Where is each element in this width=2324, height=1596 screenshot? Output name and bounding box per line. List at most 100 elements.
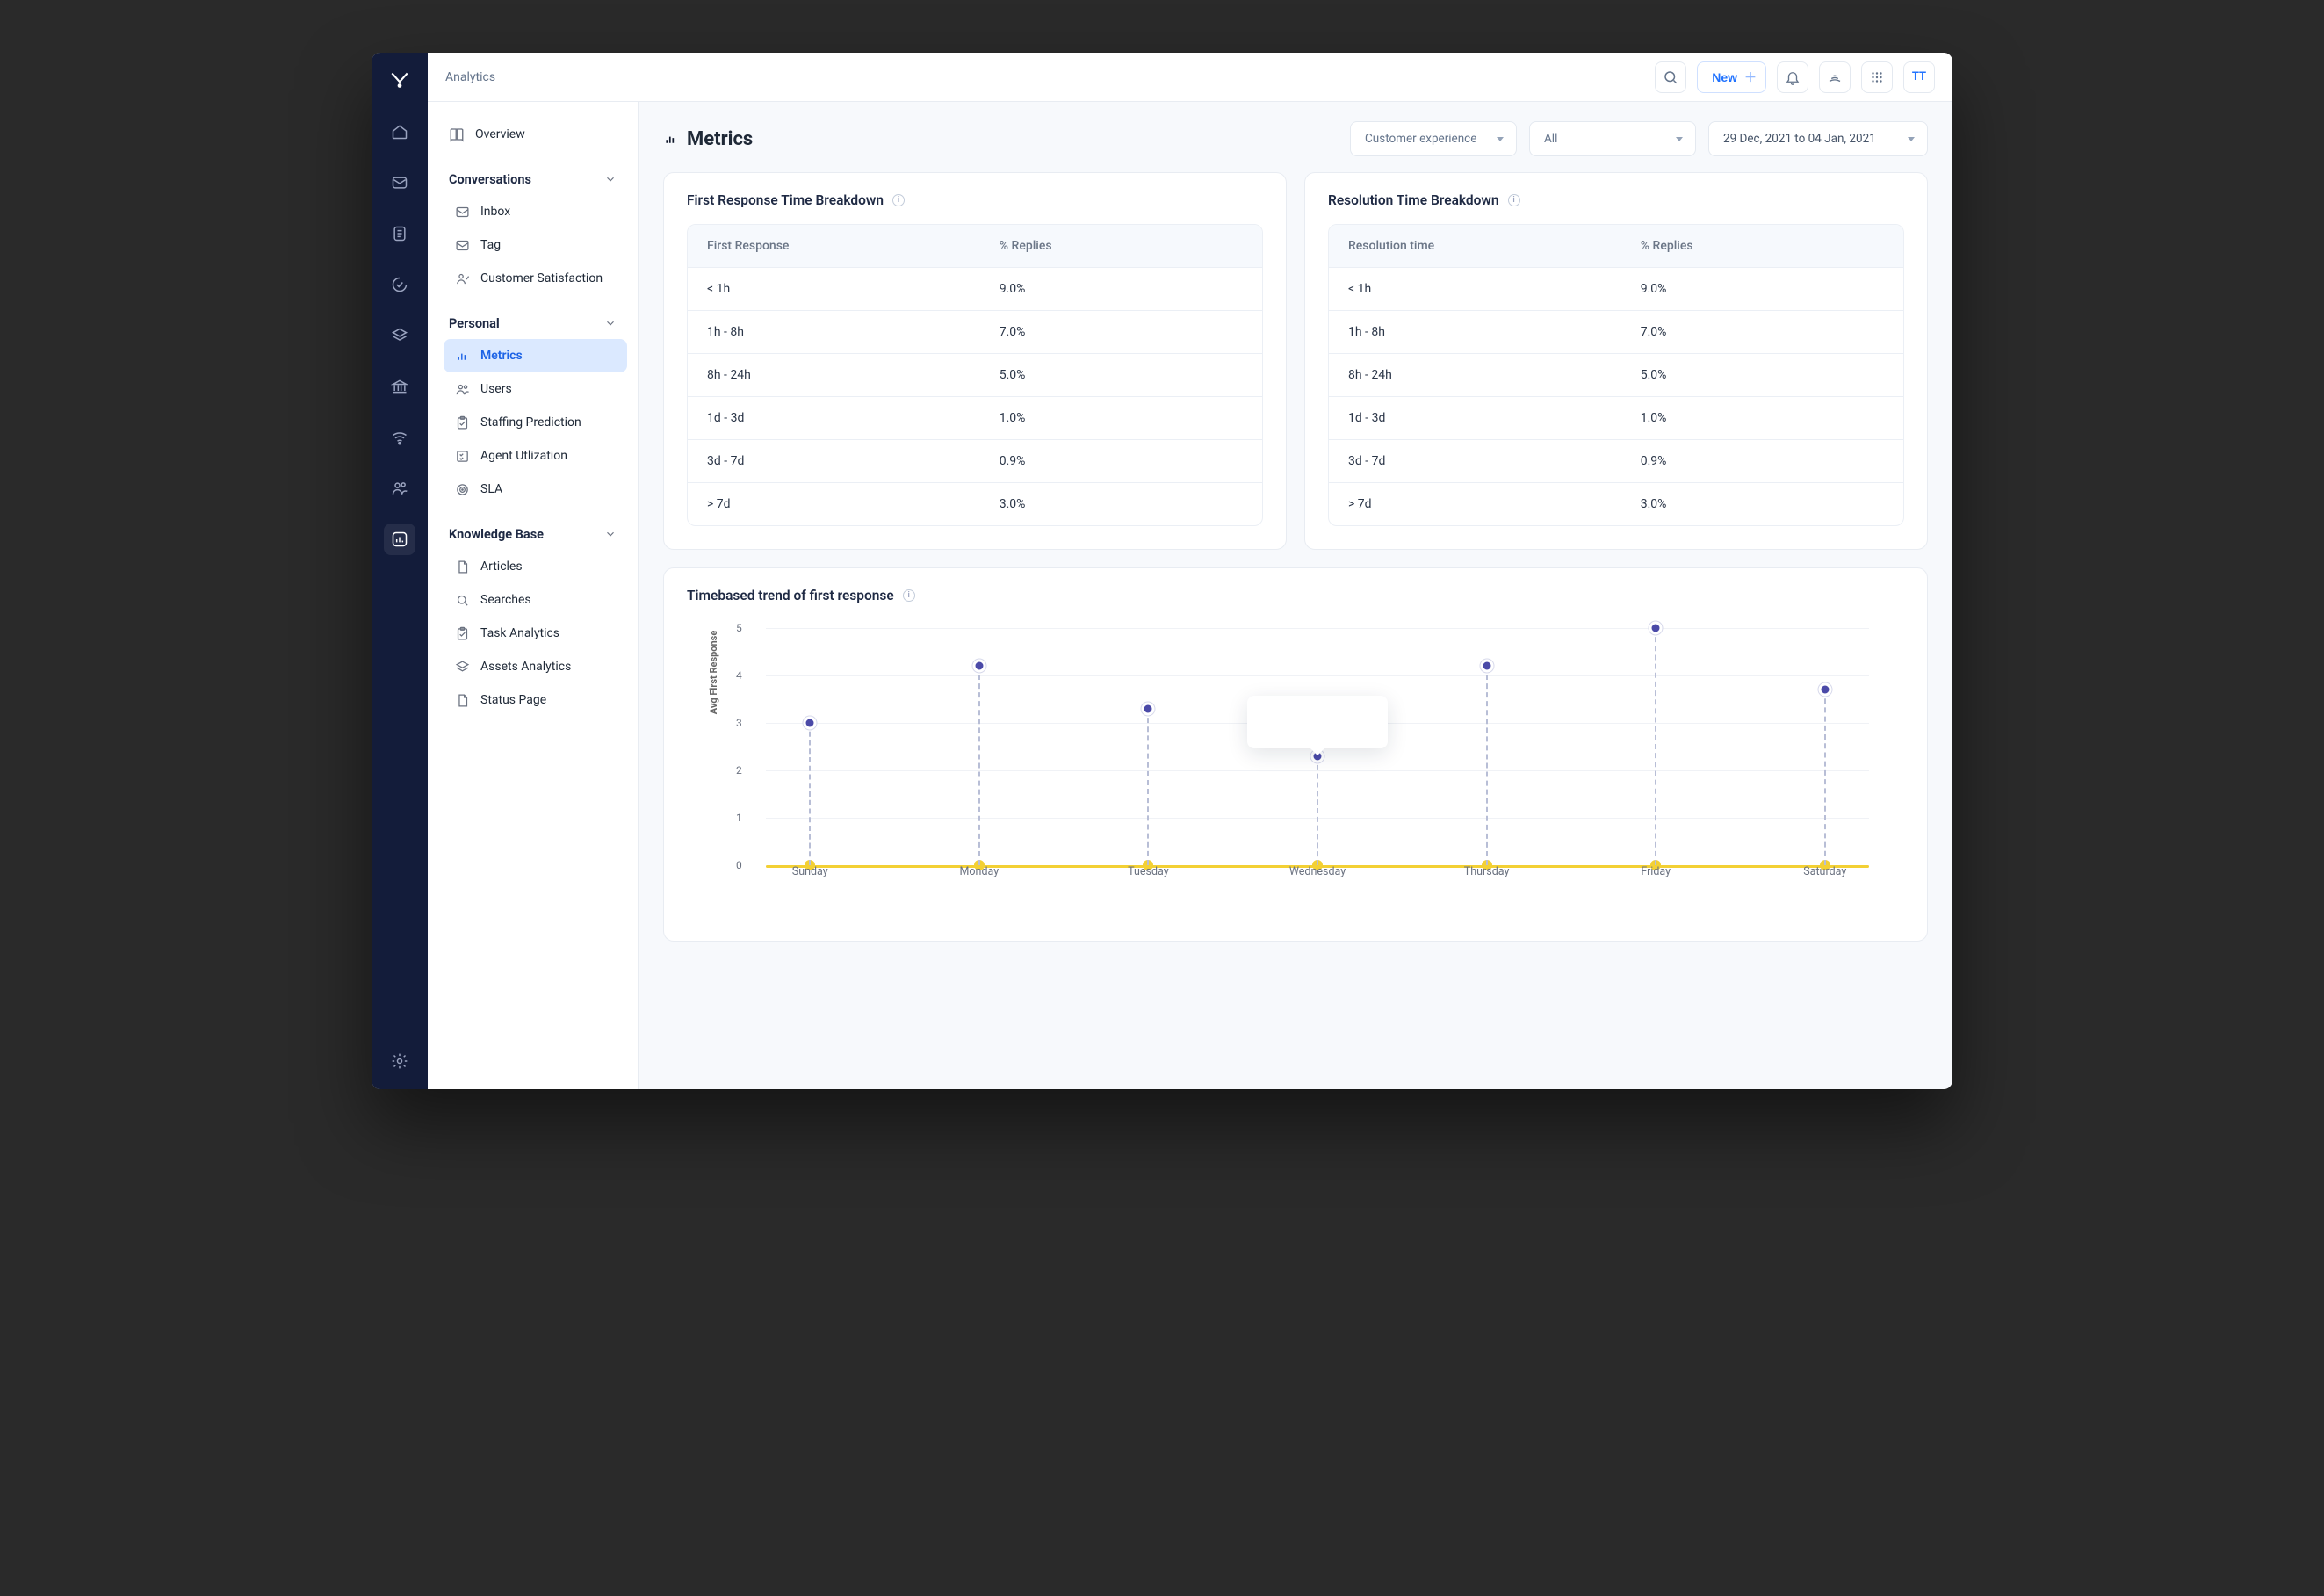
topbar: Analytics New＋ TT xyxy=(428,53,1952,102)
group-header-personal[interactable]: Personal xyxy=(438,307,627,339)
new-button[interactable]: New＋ xyxy=(1697,61,1766,93)
y-tick-label: 1 xyxy=(736,812,742,824)
chart-point[interactable] xyxy=(1142,702,1155,715)
nav-rail-bottom xyxy=(384,1045,415,1077)
search-button[interactable] xyxy=(1655,61,1686,93)
sidebar-users[interactable]: Users xyxy=(444,372,627,406)
filter-category-select[interactable]: Customer experience xyxy=(1350,121,1517,156)
checklist-icon xyxy=(454,448,470,464)
chart-point[interactable] xyxy=(1649,622,1663,635)
group-header-conversations[interactable]: Conversations xyxy=(438,163,627,195)
sidebar-group-knowledge-base: Knowledge Base Articles Searches Task An… xyxy=(438,518,627,717)
cell-percent: 3.0% xyxy=(1000,497,1243,511)
chart-gridline xyxy=(766,675,1869,676)
sidebar: Overview Conversations Inbox Tag Custome… xyxy=(428,102,639,1089)
x-tick-label: Saturday xyxy=(1803,865,1846,878)
sidebar-assets-analytics[interactable]: Assets Analytics xyxy=(444,650,627,683)
person-check-icon xyxy=(454,271,470,286)
nav-bank-icon[interactable] xyxy=(384,371,415,402)
first-response-table: First Response% Replies < 1h9.0%1h - 8h7… xyxy=(687,224,1263,526)
nav-wifi-icon[interactable] xyxy=(384,422,415,453)
page-header: Metrics Customer experience All 29 Dec, … xyxy=(663,121,1928,156)
cell-percent: 1.0% xyxy=(1641,411,1884,425)
breakdown-cards-row: First Response Time Breakdowni First Res… xyxy=(663,172,1928,550)
chart-bar-icon xyxy=(454,348,470,364)
content-columns: Analytics New＋ TT Overview Conversations… xyxy=(428,53,1952,1089)
chart-point[interactable] xyxy=(804,717,817,730)
cell-percent: 5.0% xyxy=(1641,368,1884,382)
chart-bar-icon xyxy=(663,132,678,147)
select-value: All xyxy=(1544,132,1557,146)
new-button-label: New xyxy=(1712,70,1737,84)
label: Users xyxy=(480,382,512,396)
x-tick-label: Tuesday xyxy=(1128,865,1169,878)
chart-stem xyxy=(1824,690,1826,865)
label: Customer Satisfaction xyxy=(480,271,603,285)
filter-scope-select[interactable]: All xyxy=(1529,121,1696,156)
label: Searches xyxy=(480,593,531,607)
sidebar-articles[interactable]: Articles xyxy=(444,550,627,583)
below-row: Overview Conversations Inbox Tag Custome… xyxy=(428,102,1952,1089)
sidebar-task-analytics[interactable]: Task Analytics xyxy=(444,617,627,650)
sidebar-csat[interactable]: Customer Satisfaction xyxy=(444,262,627,295)
sidebar-tag[interactable]: Tag xyxy=(444,228,627,262)
cell-percent: 9.0% xyxy=(1641,282,1884,296)
nav-doc-icon[interactable] xyxy=(384,218,415,249)
notifications-button[interactable] xyxy=(1777,61,1808,93)
sidebar-overview-label: Overview xyxy=(475,127,525,141)
cell-percent: 9.0% xyxy=(1000,282,1243,296)
cell-range: 3d - 7d xyxy=(1348,454,1641,468)
label: Staffing Prediction xyxy=(480,415,581,430)
sidebar-sla[interactable]: SLA xyxy=(444,473,627,506)
sidebar-overview[interactable]: Overview xyxy=(438,118,627,151)
y-axis-label: Avg First Response xyxy=(708,631,719,715)
cell-percent: 5.0% xyxy=(1000,368,1243,382)
table-row: 8h - 24h5.0% xyxy=(688,353,1262,396)
group-header-kb[interactable]: Knowledge Base xyxy=(438,518,627,550)
title-text: First Response Time Breakdown xyxy=(687,192,884,208)
table-header-row: Resolution time% Replies xyxy=(1329,225,1903,267)
sidebar-agent-utilization[interactable]: Agent Utlization xyxy=(444,439,627,473)
x-tick: Tuesday xyxy=(1128,865,1169,911)
table-row: 1h - 8h7.0% xyxy=(688,310,1262,353)
resolution-table: Resolution time% Replies < 1h9.0%1h - 8h… xyxy=(1328,224,1904,526)
y-tick-label: 3 xyxy=(736,717,742,729)
sidebar-searches[interactable]: Searches xyxy=(444,583,627,617)
filter-date-range-select[interactable]: 29 Dec, 2021 to 04 Jan, 2021 xyxy=(1708,121,1928,156)
nav-settings-icon[interactable] xyxy=(384,1045,415,1077)
apps-button[interactable] xyxy=(1861,61,1893,93)
avatar[interactable]: TT xyxy=(1903,61,1935,93)
resolution-card: Resolution Time Breakdowni Resolution ti… xyxy=(1304,172,1928,550)
group-title: Knowledge Base xyxy=(449,527,544,542)
nav-layers-icon[interactable] xyxy=(384,320,415,351)
nav-home-icon[interactable] xyxy=(384,116,415,148)
sidebar-status-page[interactable]: Status Page xyxy=(444,683,627,717)
chart-point[interactable] xyxy=(1480,660,1493,673)
label: Assets Analytics xyxy=(480,660,571,674)
chart-point[interactable] xyxy=(1818,683,1831,697)
chart-point[interactable] xyxy=(972,660,985,673)
sidebar-inbox[interactable]: Inbox xyxy=(444,195,627,228)
cell-range: 1h - 8h xyxy=(707,325,1000,339)
table-row: < 1h9.0% xyxy=(688,267,1262,310)
broadcast-button[interactable] xyxy=(1819,61,1851,93)
nav-check-icon[interactable] xyxy=(384,269,415,300)
nav-people-icon[interactable] xyxy=(384,473,415,504)
info-icon[interactable]: i xyxy=(903,589,915,602)
cell-percent: 3.0% xyxy=(1641,497,1884,511)
info-icon[interactable]: i xyxy=(892,194,905,206)
sidebar-metrics[interactable]: Metrics xyxy=(444,339,627,372)
nav-inbox-icon[interactable] xyxy=(384,167,415,199)
sidebar-staffing-prediction[interactable]: Staffing Prediction xyxy=(444,406,627,439)
nav-analytics-icon[interactable] xyxy=(384,524,415,555)
chart-area: Avg First Response 012345 SundayMondayTu… xyxy=(687,619,1904,918)
x-tick: Thursday xyxy=(1464,865,1510,911)
chart-stem xyxy=(1655,628,1656,865)
cell-range: 3d - 7d xyxy=(707,454,1000,468)
label: Metrics xyxy=(480,349,523,363)
label: SLA xyxy=(480,482,502,496)
col-header-b: % Replies xyxy=(1641,239,1884,253)
chevron-down-icon xyxy=(604,317,617,329)
search-icon xyxy=(454,592,470,608)
info-icon[interactable]: i xyxy=(1508,194,1520,206)
